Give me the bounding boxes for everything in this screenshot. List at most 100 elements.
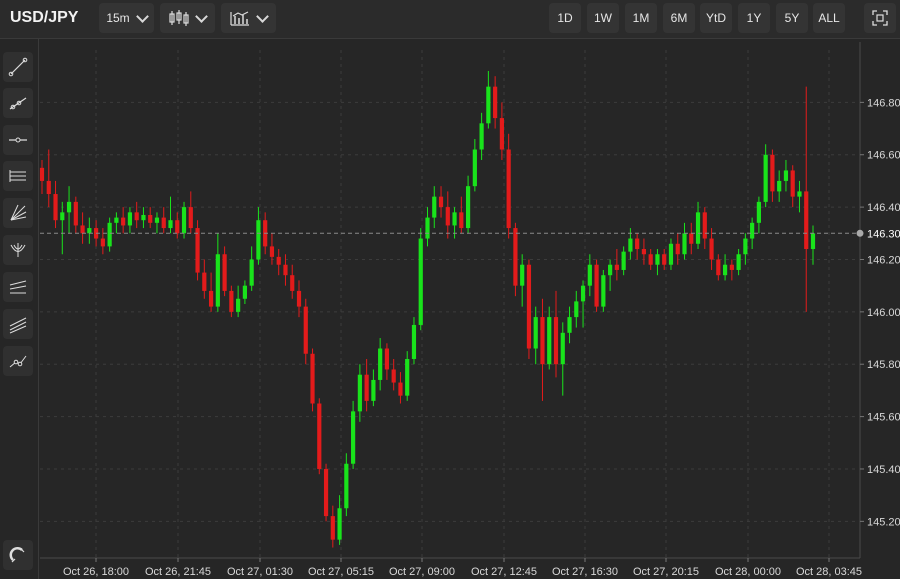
x-tick-label: Oct 27, 12:45 — [471, 566, 537, 578]
candle-body — [499, 118, 504, 150]
candle — [229, 285, 234, 318]
x-tick-label: Oct 27, 05:15 — [308, 566, 374, 578]
candle — [763, 144, 768, 208]
candle — [804, 86, 809, 312]
candle-body — [628, 238, 633, 252]
candle-body — [53, 194, 58, 221]
candle-body — [208, 290, 214, 307]
candle-body — [567, 317, 572, 333]
candle — [269, 233, 275, 265]
candle — [459, 196, 464, 234]
candle — [398, 372, 403, 404]
candle-body — [547, 317, 552, 365]
candle — [520, 254, 525, 307]
candle-body — [709, 238, 714, 260]
candle-body — [384, 348, 390, 370]
candle-body — [256, 220, 261, 260]
candle-body — [797, 191, 802, 197]
last-price-marker: 146.30 — [40, 228, 900, 240]
candle-body — [452, 212, 457, 226]
x-tick-label: Oct 26, 18:00 — [63, 566, 129, 578]
candle — [641, 238, 647, 265]
candle — [682, 222, 687, 260]
candle-body — [303, 306, 308, 354]
candle-body — [553, 317, 559, 365]
candle — [675, 233, 680, 265]
candle-body — [695, 212, 701, 244]
candle — [635, 233, 640, 260]
candle — [445, 191, 450, 239]
candle — [351, 400, 356, 469]
candle-body — [810, 233, 816, 250]
candle — [364, 358, 369, 412]
candle-body — [195, 228, 200, 273]
candle-body — [405, 358, 410, 396]
candle-body — [486, 86, 491, 124]
candle-body — [580, 285, 586, 302]
candle-body — [276, 256, 281, 265]
candle-body — [682, 233, 687, 255]
candle-body — [675, 243, 680, 255]
candle — [722, 254, 728, 281]
candle-body — [729, 264, 734, 270]
candle-body — [141, 214, 146, 221]
candle — [709, 228, 714, 270]
candle — [668, 238, 674, 270]
candle — [303, 298, 308, 365]
candle — [256, 207, 261, 265]
candle — [195, 220, 200, 281]
candle — [702, 207, 707, 250]
candle-body — [222, 254, 227, 291]
candle-body — [344, 463, 349, 509]
candle — [783, 159, 789, 192]
candle — [648, 249, 653, 270]
candle-body — [364, 374, 369, 401]
candle-body — [296, 290, 302, 307]
candle-body — [750, 222, 755, 239]
candle-body — [202, 272, 207, 291]
y-tick-label: 145.80 — [867, 359, 900, 371]
y-tick-label: 146.60 — [867, 150, 900, 162]
candle — [452, 207, 457, 239]
price-chart[interactable]: 145.20 145.40 145.60 145.80 146.00 146.20 146.… — [0, 0, 900, 579]
candle-body — [269, 246, 275, 257]
candle — [66, 186, 72, 234]
y-tick-label: 145.40 — [867, 464, 900, 476]
candle-body — [310, 353, 315, 404]
candle — [472, 139, 477, 192]
x-tick-label: Oct 27, 01:30 — [227, 566, 293, 578]
candle — [662, 249, 667, 270]
candle — [154, 212, 160, 234]
candle — [222, 246, 227, 297]
candles — [39, 70, 816, 548]
candle — [87, 217, 92, 244]
x-tick-label: Oct 26, 21:45 — [145, 566, 211, 578]
candle — [777, 170, 782, 202]
candle — [425, 207, 430, 247]
candle — [100, 228, 105, 255]
candle-body — [520, 264, 525, 286]
candle-body — [736, 254, 741, 270]
candle — [411, 317, 417, 365]
candle-body — [763, 154, 768, 202]
candle-body — [134, 212, 139, 221]
candle-body — [317, 403, 322, 469]
x-tick-label: Oct 27, 20:15 — [633, 566, 699, 578]
candle-body — [783, 170, 789, 181]
candle-body — [39, 167, 45, 181]
candle — [438, 186, 444, 218]
candle — [236, 285, 241, 318]
candle-body — [87, 228, 92, 234]
candle-body — [621, 251, 626, 270]
candle-body — [66, 201, 72, 213]
candle — [39, 159, 45, 195]
candle-body — [770, 154, 775, 192]
candle-body — [161, 217, 166, 229]
candle-body — [635, 238, 640, 250]
candle-body — [526, 264, 532, 349]
candle-body — [445, 207, 450, 226]
candle-body — [323, 468, 329, 517]
last-price-label: 146.30 — [867, 228, 900, 240]
candle-body — [378, 348, 383, 380]
candle — [513, 222, 518, 297]
